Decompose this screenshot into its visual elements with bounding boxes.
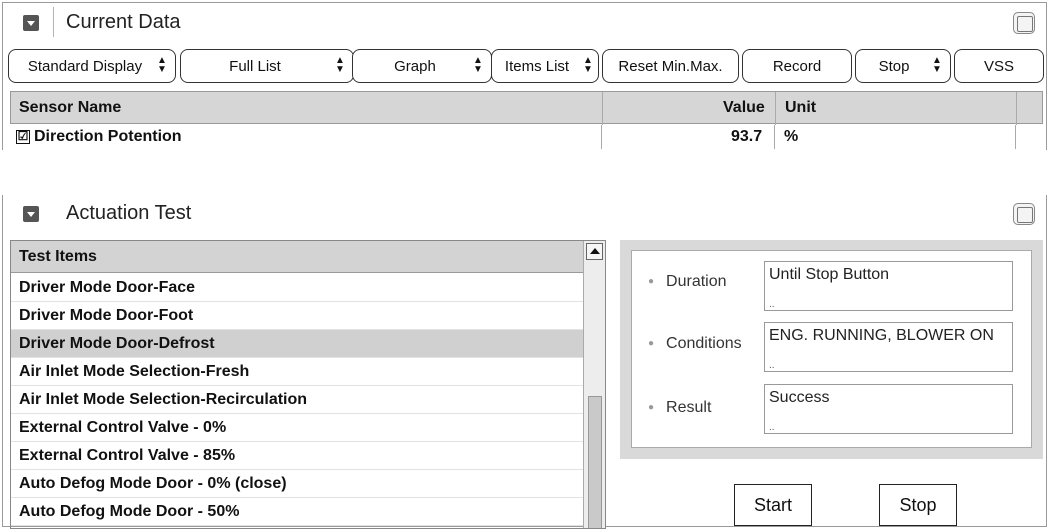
scroll-up-icon[interactable] <box>586 243 603 260</box>
duration-label: Duration <box>648 273 726 291</box>
list-item[interactable]: Air Inlet Mode Selection-Recirculation <box>11 386 583 414</box>
column-divider <box>602 92 603 125</box>
current-data-header: Current Data <box>0 3 1050 41</box>
standard-display-label: Standard Display <box>27 57 143 75</box>
start-button[interactable]: Start <box>734 484 812 526</box>
sensor-name-cell: Direction Potention <box>34 128 182 145</box>
current-data-toolbar: Standard Display ▲ ▼ Full List ▲ ▼ Graph ▲… <box>8 49 1044 85</box>
full-list-select[interactable]: Full List ▲ ▼ <box>180 49 354 83</box>
column-divider <box>1016 92 1017 125</box>
list-item-label: Driver Mode Door-Face <box>19 279 196 296</box>
value-cell: 93.7 <box>731 128 763 145</box>
list-item[interactable]: Driver Mode Door-Foot <box>11 302 583 330</box>
list-item-label: Driver Mode Door-Foot <box>19 307 194 324</box>
test-detail-panel: Duration Until Stop Button Conditions EN… <box>620 240 1043 459</box>
scrollbar[interactable] <box>583 241 605 528</box>
column-divider <box>775 92 776 125</box>
actuation-test-header: Actuation Test <box>0 194 1050 232</box>
list-item-label: External Control Valve - 85% <box>19 447 236 464</box>
collapse-icon[interactable] <box>23 15 39 31</box>
items-list-label: Items List <box>504 57 570 75</box>
duration-field: Until Stop Button <box>764 261 1013 311</box>
test-items-header: Test Items <box>11 241 583 273</box>
vss-label: VSS <box>983 57 1014 75</box>
current-data-title: Current Data <box>66 11 181 33</box>
list-item-label: Driver Mode Door-Defrost <box>19 335 215 352</box>
result-label: Result <box>648 399 711 417</box>
column-divider <box>601 125 602 149</box>
stop-button[interactable]: Stop <box>879 484 957 526</box>
list-item-label: Air Inlet Mode Selection-Recirculation <box>19 391 308 408</box>
list-item-label: Auto Defog Mode Door - 0% (close) <box>19 475 287 492</box>
list-item[interactable]: Air Inlet Mode Selection-Fresh <box>11 358 583 386</box>
list-item-label: Auto Defog Mode Door - 50% <box>19 503 240 520</box>
maximize-icon[interactable] <box>1013 203 1035 225</box>
full-list-label: Full List <box>229 57 281 75</box>
maximize-icon[interactable] <box>1013 12 1035 34</box>
vss-button[interactable]: VSS <box>954 49 1044 83</box>
record-button[interactable]: Record <box>742 49 852 83</box>
reset-min-max-label: Reset Min.Max. <box>618 57 723 75</box>
column-divider <box>774 125 775 149</box>
conditions-field: ENG. RUNNING, BLOWER ON <box>764 322 1013 372</box>
panel-gap <box>0 150 1050 195</box>
unit-header: Unit <box>785 99 817 116</box>
reset-min-max-button[interactable]: Reset Min.Max. <box>602 49 739 83</box>
list-item[interactable]: External Control Valve - 0% <box>11 414 583 442</box>
test-items-list: Test Items Driver Mode Door-Face Driver … <box>10 240 606 529</box>
scroll-thumb[interactable] <box>588 396 602 528</box>
stop-label: Stop <box>878 57 910 75</box>
value-header: Value <box>723 99 765 116</box>
conditions-label: Conditions <box>648 335 742 353</box>
list-item-label: External Control Valve - 0% <box>19 419 227 436</box>
test-items-header-label: Test Items <box>19 248 97 265</box>
collapse-icon[interactable] <box>23 206 39 222</box>
column-divider <box>1015 125 1016 149</box>
sensor-table-header: Sensor Name Value Unit <box>10 91 1043 125</box>
list-item[interactable]: Driver Mode Door-Face <box>11 274 583 302</box>
unit-cell: % <box>784 128 799 145</box>
graph-select[interactable]: Graph ▲ ▼ <box>352 49 492 83</box>
list-item[interactable]: Auto Defog Mode Door - 50% <box>11 498 583 526</box>
list-item[interactable]: Auto Defog Mode Door - 0% (close) <box>11 470 583 498</box>
row-checkbox[interactable]: ☑ <box>16 130 30 144</box>
list-item-label: Air Inlet Mode Selection-Fresh <box>19 363 250 380</box>
spinner-icon: ▲ ▼ <box>473 55 483 75</box>
spinner-icon: ▲ ▼ <box>932 55 942 75</box>
list-item[interactable]: External Control Valve - 85% <box>11 442 583 470</box>
standard-display-select[interactable]: Standard Display ▲ ▼ <box>8 49 176 83</box>
header-separator <box>53 7 54 37</box>
record-label: Record <box>772 57 822 75</box>
test-detail-content: Duration Until Stop Button Conditions EN… <box>631 250 1032 448</box>
spinner-icon: ▲ ▼ <box>157 55 167 75</box>
spinner-icon: ▲ ▼ <box>583 55 593 75</box>
spinner-icon: ▲ ▼ <box>335 55 345 75</box>
list-item-selected[interactable]: Driver Mode Door-Defrost <box>11 330 583 358</box>
graph-label: Graph <box>394 57 436 75</box>
sensor-name-header: Sensor Name <box>19 99 122 116</box>
result-field: Success <box>764 384 1013 434</box>
stop-select[interactable]: Stop ▲ ▼ <box>855 49 951 83</box>
items-list-select[interactable]: Items List ▲ ▼ <box>491 49 599 83</box>
table-row[interactable]: ☑ Direction Potention 93.7 % <box>10 125 1043 149</box>
actuation-test-title: Actuation Test <box>66 202 192 224</box>
